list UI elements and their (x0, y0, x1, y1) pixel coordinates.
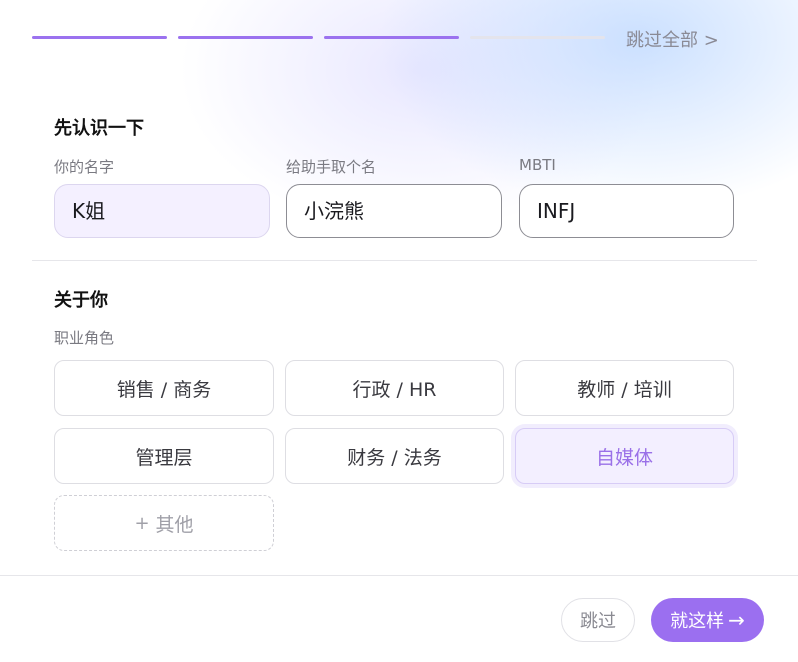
mbti-label: MBTI (519, 156, 556, 174)
role-chip-sales[interactable]: 销售 / 商务 (54, 360, 274, 416)
step-progress (32, 36, 605, 39)
role-chip-other-label: 其他 (155, 513, 194, 536)
role-chip-finance-legal[interactable]: 财务 / 法务 (285, 428, 504, 484)
role-chip-self-media[interactable]: 自媒体 (515, 428, 734, 484)
about-section-title: 关于你 (54, 290, 108, 311)
progress-segment (178, 36, 313, 39)
skip-all-button[interactable]: 跳过全部 > (626, 26, 719, 52)
progress-segment (470, 36, 605, 39)
role-label: 职业角色 (54, 329, 115, 347)
footer-divider (0, 575, 798, 576)
role-chip-other[interactable]: + 其他 (54, 495, 274, 551)
plus-icon: + (134, 512, 150, 534)
section-divider (32, 260, 757, 261)
role-chip-teacher[interactable]: 教师 / 培训 (515, 360, 734, 416)
background-glow (0, 0, 798, 662)
role-chip-management[interactable]: 管理层 (54, 428, 274, 484)
intro-section-title: 先认识一下 (54, 118, 144, 139)
progress-segment (32, 36, 167, 39)
arrow-right-icon: → (728, 608, 745, 632)
role-chip-admin-hr[interactable]: 行政 / HR (285, 360, 504, 416)
confirm-button-label: 就这样 (670, 611, 725, 632)
mbti-input[interactable]: INFJ (519, 184, 734, 238)
skip-button[interactable]: 跳过 (561, 598, 635, 642)
assistant-name-input[interactable]: 小浣熊 (286, 184, 502, 238)
confirm-button[interactable]: 就这样 → (651, 598, 764, 642)
name-input[interactable]: K姐 (54, 184, 270, 238)
progress-segment (324, 36, 459, 39)
name-label: 你的名字 (54, 158, 115, 176)
assistant-name-label: 给助手取个名 (286, 158, 377, 176)
